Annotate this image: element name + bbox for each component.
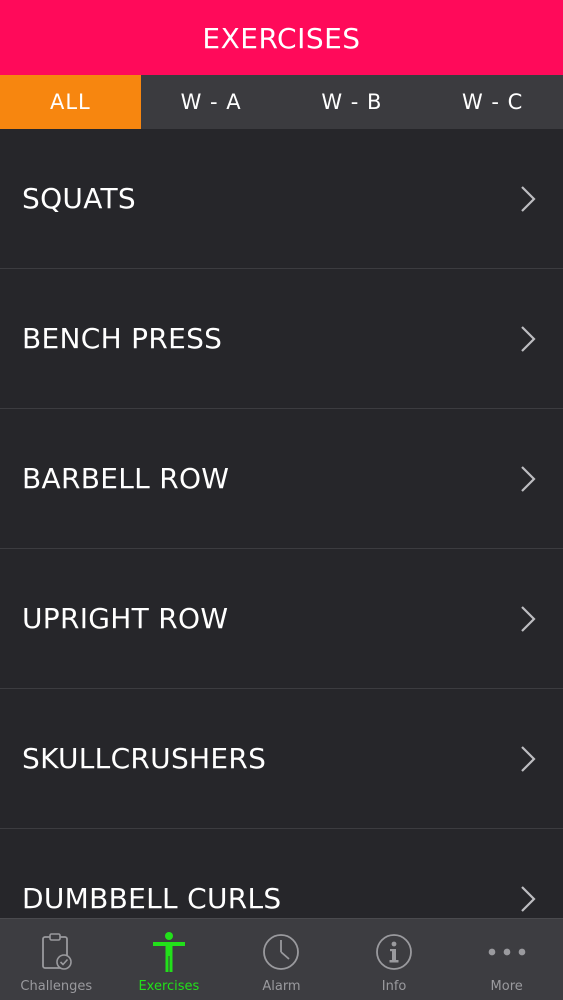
tabbar-label: Challenges (20, 979, 93, 994)
tab-w-a[interactable]: W - A (141, 75, 282, 129)
exercise-label: BARBELL ROW (22, 462, 230, 495)
exercise-label: SQUATS (22, 182, 136, 215)
tabbar-label: Exercises (138, 979, 200, 994)
tab-w-c[interactable]: W - C (422, 75, 563, 129)
clock-icon (261, 931, 301, 973)
app-screen: EXERCISES ALL W - A W - B W - C SQUATS B… (0, 0, 563, 1000)
tab-w-b[interactable]: W - B (282, 75, 423, 129)
tab-all[interactable]: ALL (0, 75, 141, 129)
exercise-list: SQUATS BENCH PRESS BARBELL ROW UPRIGHT R… (0, 129, 563, 918)
tabbar-label: Alarm (262, 979, 301, 994)
exercise-label: SKULLCRUSHERS (22, 742, 267, 775)
tabbar-label: Info (381, 979, 407, 994)
exercise-row-upright-row[interactable]: UPRIGHT ROW (0, 549, 563, 689)
more-dots-icon (487, 931, 527, 973)
workout-filter-tabs: ALL W - A W - B W - C (0, 75, 563, 129)
info-icon (374, 931, 414, 973)
chevron-right-icon (521, 605, 536, 632)
tabbar-alarm[interactable]: Alarm (225, 919, 338, 1000)
chevron-right-icon (521, 465, 536, 492)
exercise-row-skullcrushers[interactable]: SKULLCRUSHERS (0, 689, 563, 829)
exercise-row-squats[interactable]: SQUATS (0, 129, 563, 269)
exercise-label: DUMBBELL CURLS (22, 882, 282, 915)
exercise-row-barbell-row[interactable]: BARBELL ROW (0, 409, 563, 549)
chevron-right-icon (521, 325, 536, 352)
person-icon (149, 931, 189, 973)
tabbar-info[interactable]: Info (338, 919, 451, 1000)
tabbar-label: More (490, 979, 523, 994)
exercise-label: BENCH PRESS (22, 322, 223, 355)
chevron-right-icon (521, 185, 536, 212)
exercise-label: UPRIGHT ROW (22, 602, 229, 635)
tabbar-challenges[interactable]: Challenges (0, 919, 113, 1000)
tabbar-exercises[interactable]: Exercises (113, 919, 226, 1000)
bottom-tab-bar: Challenges Exercises Alarm Info More (0, 918, 563, 1000)
exercise-row-bench-press[interactable]: BENCH PRESS (0, 269, 563, 409)
chevron-right-icon (521, 745, 536, 772)
exercise-row-dumbbell-curls[interactable]: DUMBBELL CURLS (0, 829, 563, 918)
chevron-right-icon (521, 885, 536, 912)
page-title: EXERCISES (202, 22, 361, 55)
tabbar-more[interactable]: More (450, 919, 563, 1000)
clipboard-check-icon (36, 931, 76, 973)
header-bar: EXERCISES (0, 0, 563, 75)
